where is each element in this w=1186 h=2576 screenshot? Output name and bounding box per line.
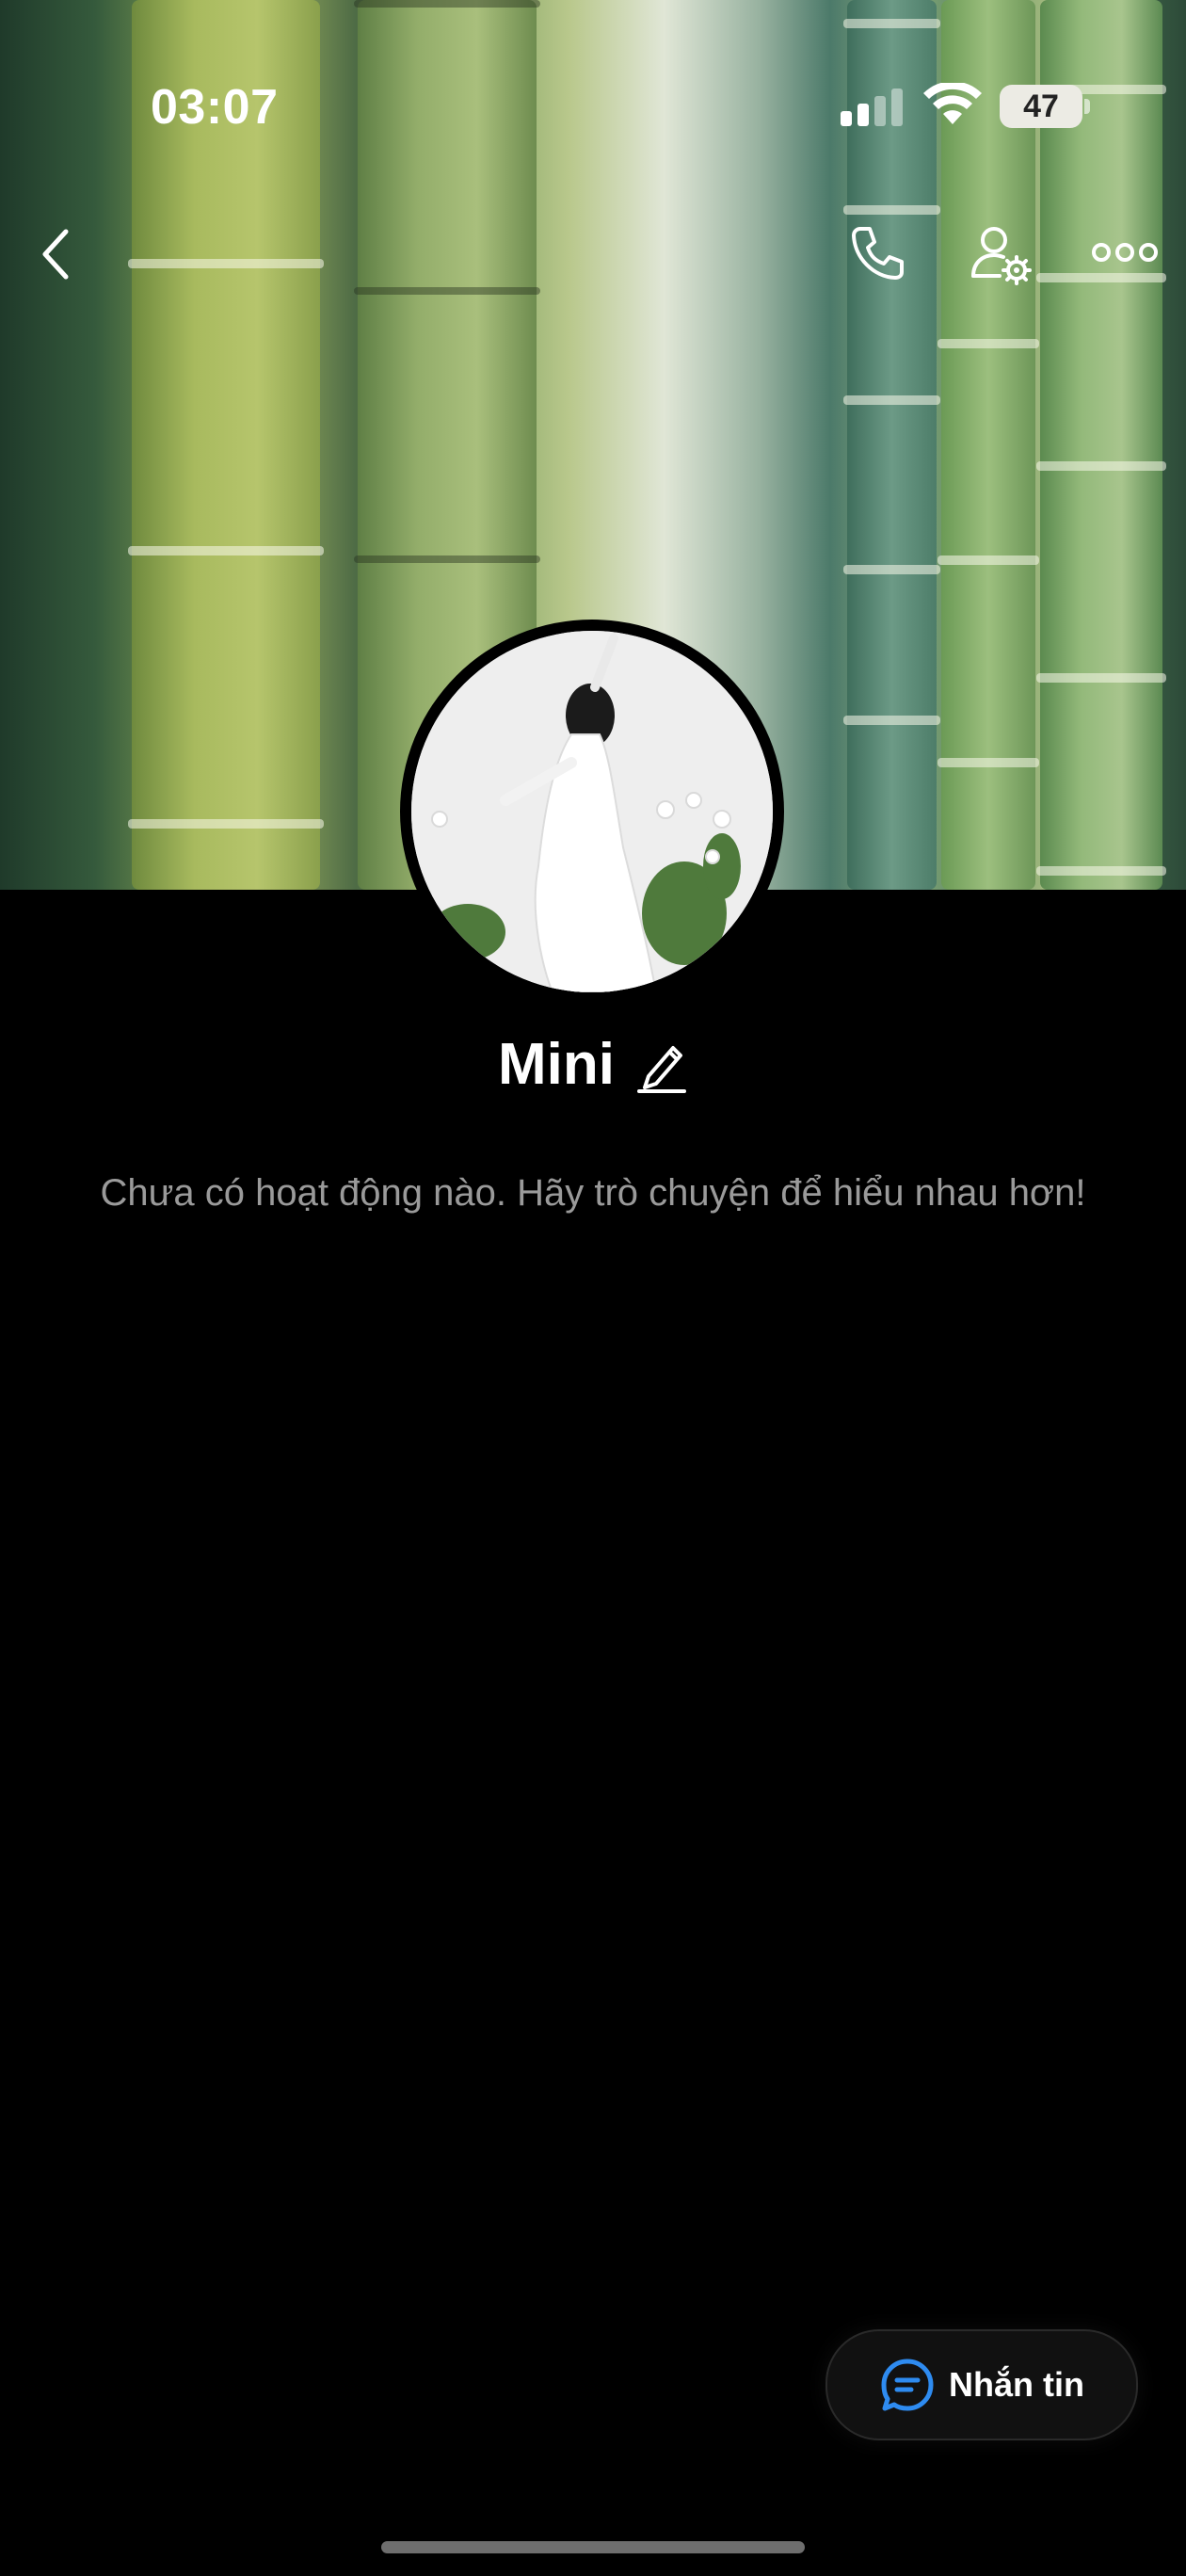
chat-bubble-icon <box>881 2359 934 2411</box>
bamboo-stalk <box>938 0 1039 890</box>
wifi-icon <box>923 83 982 124</box>
user-settings-icon <box>971 227 1032 285</box>
status-bar: 03:07 47 <box>0 0 1186 135</box>
bamboo-stalk <box>843 0 940 890</box>
home-indicator <box>381 2541 805 2553</box>
cellular-signal-icon <box>841 87 903 126</box>
more-dots-icon <box>1092 243 1158 262</box>
avatar-illustration <box>411 631 773 992</box>
profile-settings-button[interactable] <box>965 218 1036 290</box>
call-button[interactable] <box>842 218 912 288</box>
battery-indicator: 47 <box>1000 85 1082 128</box>
back-button[interactable] <box>28 217 85 292</box>
pencil-icon[interactable] <box>635 1035 688 1093</box>
message-button[interactable]: Nhắn tin <box>825 2329 1138 2440</box>
phone-icon <box>852 227 904 280</box>
avatar-photo <box>411 631 773 992</box>
message-button-label: Nhắn tin <box>949 2365 1084 2404</box>
chevron-left-icon <box>42 229 69 280</box>
empty-activity-message: Chưa có hoạt động nào. Hãy trò chuyện để… <box>100 1172 1086 1214</box>
bamboo-stalk <box>1036 0 1166 890</box>
profile-name-row: Mini <box>0 1026 1186 1102</box>
battery-tip <box>1084 99 1090 114</box>
more-button[interactable] <box>1092 226 1158 279</box>
status-time: 03:07 <box>151 80 279 135</box>
avatar[interactable] <box>400 620 784 1004</box>
profile-name: Mini <box>498 1031 615 1097</box>
